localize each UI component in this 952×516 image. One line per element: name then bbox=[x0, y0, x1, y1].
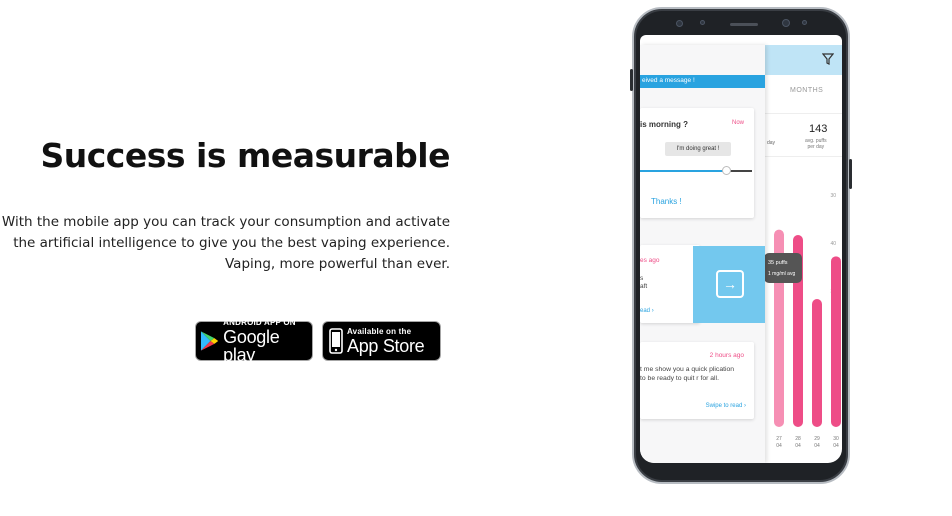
chart-bar bbox=[812, 299, 822, 427]
x-tick-label: 28 bbox=[795, 436, 801, 442]
x-tick-label: 30 bbox=[833, 436, 839, 442]
x-tick-label: 04 bbox=[833, 443, 839, 449]
y-tick-label: 30 bbox=[830, 193, 836, 199]
x-tick-label: 04 bbox=[814, 443, 820, 449]
wifi-icon bbox=[810, 37, 816, 43]
x-tick-label: 29 bbox=[814, 436, 820, 442]
card-body: t me show you a quick plication to be re… bbox=[640, 366, 735, 382]
google-play-icon bbox=[200, 331, 219, 351]
x-tick-label: 04 bbox=[795, 443, 801, 449]
x-tick-label: 27 bbox=[776, 436, 782, 442]
card-text: aft bbox=[640, 283, 648, 290]
hero-title: Success is measurable bbox=[40, 136, 450, 175]
sensor-icon bbox=[700, 20, 705, 25]
google-badge-big-text: Google play bbox=[223, 326, 280, 365]
store-badges: ANDROID APP ON Google play Available on … bbox=[195, 317, 441, 365]
filter-icon[interactable] bbox=[822, 53, 834, 65]
puffs-bar-chart: 304030270428042904300435 puffs1 mg/ml av… bbox=[764, 193, 841, 449]
quit-card[interactable]: 2 hours ago t me show you a quick plicat… bbox=[640, 342, 754, 419]
earpiece-speaker bbox=[730, 23, 758, 26]
card-time: 2 hours ago bbox=[709, 352, 744, 359]
iphone-icon bbox=[329, 328, 343, 354]
question-card[interactable]: is morning ? Now I'm doing great ! Thank… bbox=[640, 108, 754, 218]
avg-puffs-value: 143 bbox=[809, 123, 828, 135]
description-line: With the mobile app you can track your c… bbox=[1, 214, 450, 230]
arrow-right-icon: → bbox=[716, 270, 744, 298]
card-time: es ago bbox=[640, 257, 660, 264]
google-badge-small-text: ANDROID APP ON bbox=[223, 317, 296, 327]
avg-puffs-label-line: per day bbox=[807, 144, 825, 150]
tab-months[interactable]: MONTHS bbox=[790, 87, 823, 94]
card-text: s bbox=[640, 275, 644, 282]
chart-tooltip bbox=[764, 253, 802, 283]
proximity-sensor-icon bbox=[802, 20, 807, 25]
question-time: Now bbox=[731, 120, 744, 126]
mood-slider-handle[interactable] bbox=[722, 166, 732, 175]
description-line: Vaping, more powerful than ever. bbox=[225, 256, 450, 272]
apple-badge-big-text: App Store bbox=[347, 335, 425, 356]
chevron-right-icon: › bbox=[651, 308, 654, 314]
tooltip-line: 1 mg/ml avg bbox=[768, 271, 795, 277]
battery-icon bbox=[829, 37, 832, 43]
app-store-badge[interactable]: Available on the App Store bbox=[322, 321, 441, 361]
description-line: the artificial intelligence to give you … bbox=[13, 235, 450, 251]
read-link[interactable]: ead › bbox=[640, 308, 654, 314]
status-bar bbox=[640, 35, 842, 45]
tooltip-line: 35 puffs bbox=[768, 260, 788, 266]
chevron-right-icon: › bbox=[744, 403, 746, 409]
reply-bubble: I'm doing great ! bbox=[665, 142, 731, 156]
notification-panel: eived a message ! is morning ? Now I'm d… bbox=[640, 45, 765, 463]
message-banner[interactable]: eived a message ! bbox=[640, 75, 765, 88]
power-button bbox=[849, 159, 852, 189]
stats-row: day 143 avg. puffs per day bbox=[765, 113, 842, 157]
chart-bar bbox=[831, 256, 841, 427]
question-title: is morning ? bbox=[640, 120, 688, 129]
stat-left-label: day bbox=[767, 140, 776, 146]
notification-card[interactable]: es ago s aft ead › bbox=[640, 245, 700, 323]
google-play-badge[interactable]: ANDROID APP ON Google play bbox=[195, 317, 313, 365]
read-link-label: ead bbox=[640, 308, 651, 314]
thanks-button[interactable]: Thanks ! bbox=[651, 197, 682, 206]
swipe-label: Swipe to read bbox=[705, 403, 743, 409]
apple-badge-small-text: Available on the bbox=[347, 326, 412, 336]
x-tick-label: 04 bbox=[776, 443, 782, 449]
y-tick-label: 40 bbox=[830, 241, 836, 247]
signal-icon bbox=[820, 37, 825, 43]
iris-camera-icon bbox=[782, 19, 790, 27]
volume-button bbox=[630, 69, 633, 91]
swipe-to-read-link[interactable]: Swipe to read › bbox=[706, 403, 746, 409]
phone-mockup: MONTHS day 143 avg. puffs per day 30 40 30… bbox=[630, 7, 852, 484]
avg-puffs-label: avg. puffs per day bbox=[805, 138, 827, 150]
hero-description: With the mobile app you can track your c… bbox=[0, 212, 450, 275]
phone-screen: MONTHS day 143 avg. puffs per day 30 40 30… bbox=[640, 35, 842, 463]
next-tile[interactable]: → bbox=[693, 246, 765, 323]
front-camera-icon bbox=[676, 20, 683, 27]
mood-slider-fill bbox=[640, 170, 728, 172]
